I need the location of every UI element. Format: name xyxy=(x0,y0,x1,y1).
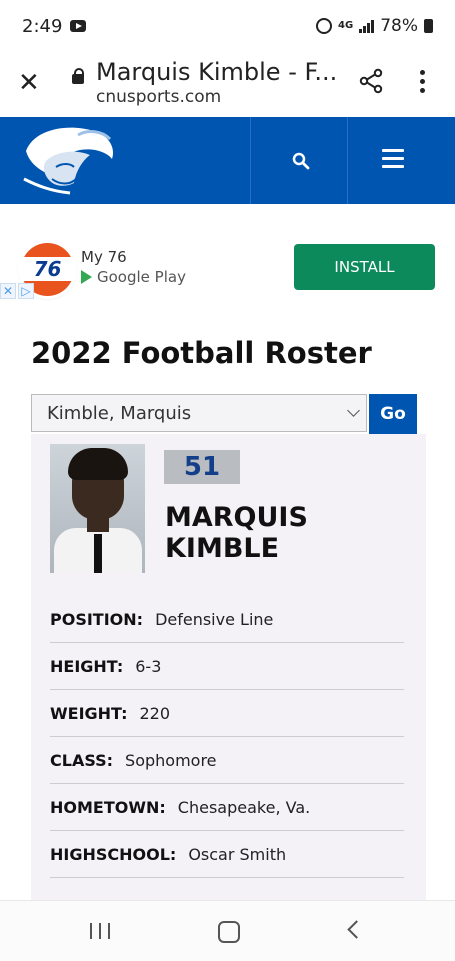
detail-label: WEIGHT: xyxy=(50,703,128,723)
detail-row-position: POSITION: Defensive Line xyxy=(50,596,404,643)
app-icon-label: 76 xyxy=(21,257,74,281)
battery-icon xyxy=(424,19,433,33)
back-icon[interactable] xyxy=(347,920,366,939)
detail-value: Defensive Line xyxy=(155,609,274,629)
recent-apps-icon[interactable] xyxy=(90,923,110,939)
share-icon[interactable] xyxy=(358,68,384,94)
ad-store: Google Play xyxy=(81,268,186,286)
detail-row-hometown: HOMETOWN: Chesapeake, Va. xyxy=(50,784,404,831)
detail-value: 220 xyxy=(139,703,171,723)
more-icon[interactable] xyxy=(420,70,426,94)
detail-label: POSITION: xyxy=(50,609,144,629)
install-button[interactable]: INSTALL xyxy=(294,244,435,290)
detail-label: HOMETOWN: xyxy=(50,797,166,817)
detail-row-weight: WEIGHT: 220 xyxy=(50,690,404,737)
detail-value: Oscar Smith xyxy=(188,844,287,864)
page-heading: 2022 Football Roster xyxy=(31,336,372,370)
battery-percent: 78% xyxy=(380,16,418,36)
player-card: 51 MARQUIS KIMBLE POSITION: Defensive Lin… xyxy=(31,434,426,904)
status-indicators: 4G 78% xyxy=(316,16,433,36)
search-icon[interactable] xyxy=(292,152,310,170)
alarm-icon xyxy=(316,18,333,34)
player-details: POSITION: Defensive Line HEIGHT: 6-3 WEIGH… xyxy=(50,596,404,878)
player-select[interactable]: Kimble, Marquis xyxy=(31,394,367,432)
detail-row-height: HEIGHT: 6-3 xyxy=(50,643,404,690)
detail-row-class: CLASS: Sophomore xyxy=(50,737,404,784)
detail-value: Sophomore xyxy=(125,750,217,770)
captains-logo[interactable] xyxy=(16,121,120,199)
jersey-number: 51 xyxy=(164,450,240,484)
player-select-row: Kimble, Marquis Go xyxy=(31,394,417,434)
go-button[interactable]: Go xyxy=(369,394,417,434)
detail-value: Chesapeake, Va. xyxy=(177,797,311,817)
page-title: Marquis Kimble - F... xyxy=(96,58,338,86)
ad-store-label: Google Play xyxy=(97,268,186,286)
status-time: 2:49 xyxy=(22,16,63,37)
header-divider xyxy=(250,117,251,204)
player-last-name: KIMBLE xyxy=(165,533,280,564)
network-type: 4G xyxy=(338,20,354,31)
close-icon[interactable]: ✕ xyxy=(18,70,40,96)
player-photo xyxy=(50,444,145,573)
header-divider xyxy=(347,117,348,204)
lock-icon xyxy=(72,68,84,84)
browser-toolbar: ✕ Marquis Kimble - F... cnusports.com xyxy=(0,52,455,116)
detail-label: HEIGHT: xyxy=(50,656,124,676)
detail-row-highschool: HIGHSCHOOL: Oscar Smith xyxy=(50,831,404,878)
signal-icon xyxy=(359,19,375,33)
player-first-name: MARQUIS xyxy=(165,502,308,533)
status-bar: 2:49 4G 78% xyxy=(0,0,455,52)
system-nav-bar xyxy=(0,900,455,961)
youtube-notification-icon xyxy=(70,20,86,32)
detail-label: CLASS: xyxy=(50,750,114,770)
menu-icon[interactable] xyxy=(382,149,404,169)
detail-value: 6-3 xyxy=(135,656,162,676)
home-icon[interactable] xyxy=(218,921,240,943)
detail-label: HIGHSCHOOL: xyxy=(50,844,177,864)
ad-app-name[interactable]: My 76 xyxy=(81,248,127,266)
ad-choices-icon[interactable]: ✕ ▷ xyxy=(0,283,40,301)
ad-banner[interactable]: 76 My 76 Google Play INSTALL ✕ ▷ xyxy=(0,230,455,305)
player-name: MARQUIS KIMBLE xyxy=(165,502,308,564)
site-header xyxy=(0,117,455,204)
play-store-icon xyxy=(81,270,92,284)
page-domain: cnusports.com xyxy=(96,87,222,107)
